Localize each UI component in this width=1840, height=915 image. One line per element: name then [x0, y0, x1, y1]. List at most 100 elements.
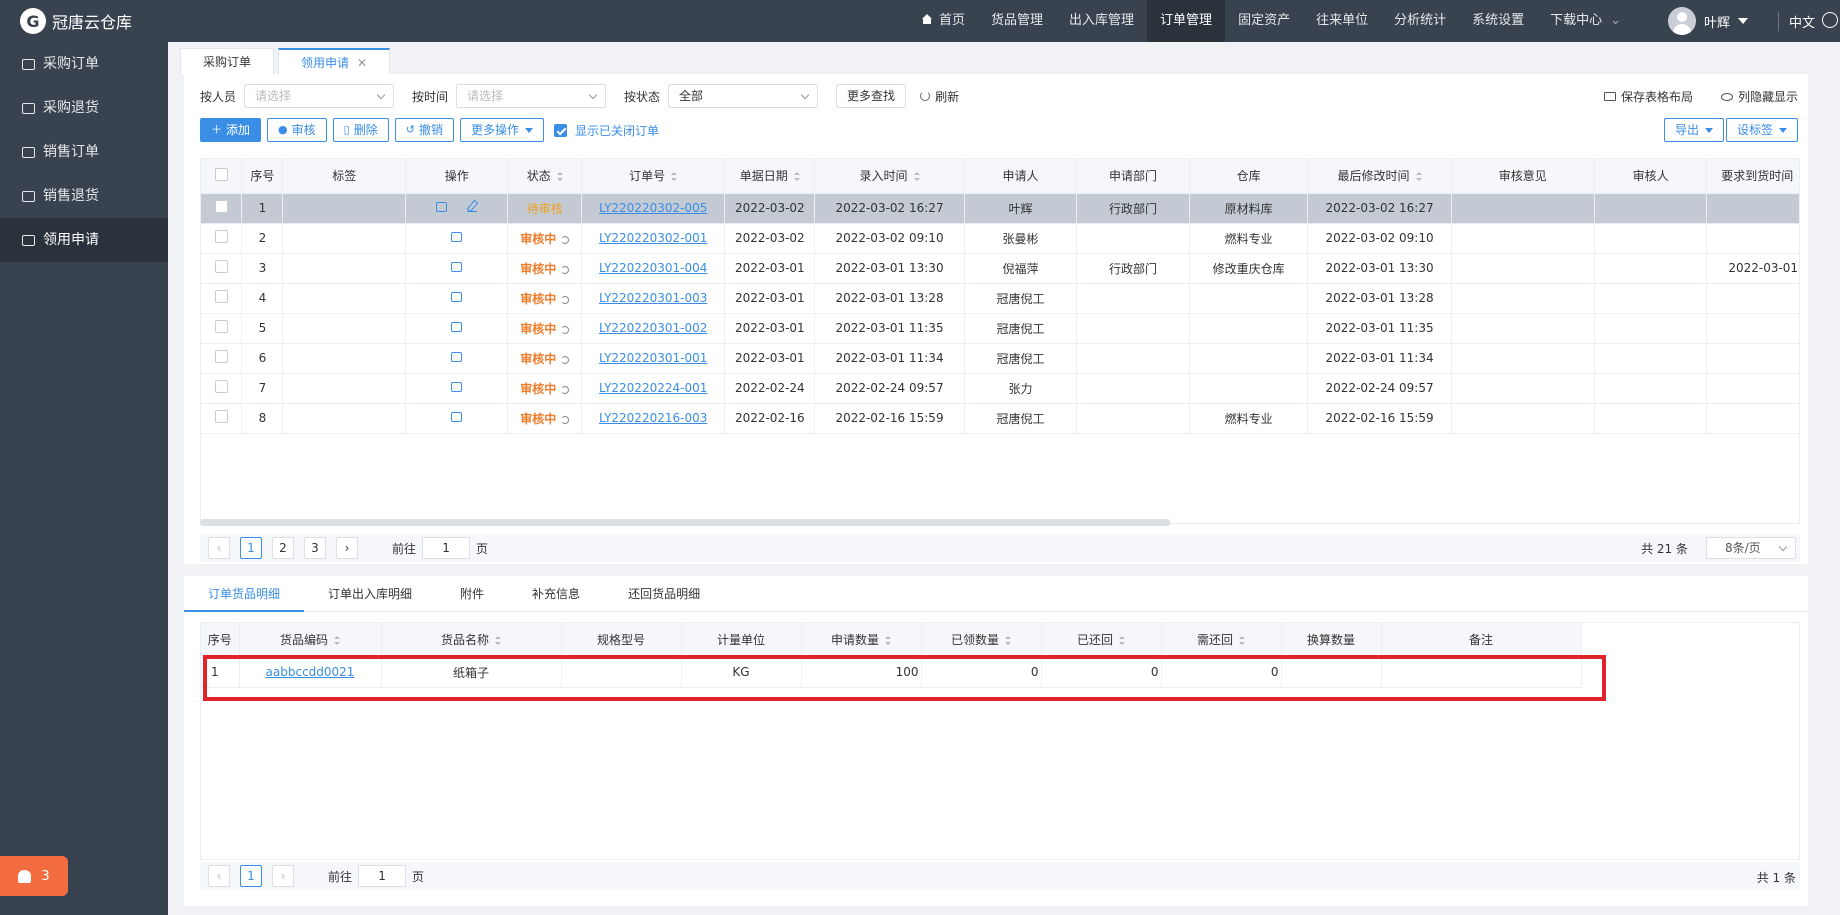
print-icon[interactable] — [451, 262, 463, 272]
print-icon[interactable] — [451, 382, 463, 392]
delete-button[interactable]: ▯ 删除 — [332, 118, 389, 142]
select-all-checkbox[interactable] — [214, 167, 228, 181]
table-row[interactable]: 3 审核中 LY220220301-004 2022-03-01 2022-03-01 … — [201, 253, 1799, 284]
print-icon[interactable] — [451, 412, 463, 422]
tab-attachments[interactable]: 附件 — [436, 576, 508, 612]
table-row[interactable]: 7 审核中 LY220220224-001 2022-02-24 2022-02-24 … — [201, 373, 1799, 404]
close-icon[interactable]: ✕ — [357, 56, 367, 70]
sort-icon[interactable] — [1119, 636, 1125, 646]
page-1-button[interactable]: 1 — [240, 865, 262, 887]
tab-extra-info[interactable]: 补充信息 — [508, 576, 604, 612]
cell-order[interactable]: LY220220301-001 — [581, 343, 726, 374]
sort-icon[interactable] — [1005, 636, 1011, 646]
sidebar-item-sales-return[interactable]: 销售退货 — [0, 174, 168, 218]
table-row[interactable]: 2 审核中 LY220220302-001 2022-03-02 2022-03-02 … — [201, 223, 1799, 254]
col-order[interactable]: 订单号 — [581, 159, 726, 194]
order-number-link[interactable]: LY220220301-001 — [599, 351, 707, 365]
sort-icon[interactable] — [556, 172, 563, 182]
sidebar-item-sales-order[interactable]: 销售订单 — [0, 130, 168, 174]
nav-analytics[interactable]: 分析统计 — [1381, 0, 1459, 42]
cell-order[interactable]: LY220220301-002 — [581, 313, 726, 344]
status-select[interactable]: 全部 — [668, 84, 819, 108]
revoke-button[interactable]: ↺ 撤销 — [394, 118, 454, 142]
print-icon[interactable] — [451, 352, 463, 362]
sidebar-item-purchase-return[interactable]: 采购退货 — [0, 86, 168, 130]
audit-button[interactable]: ● 审核 — [267, 118, 327, 142]
sort-icon[interactable] — [913, 172, 920, 182]
cell-select[interactable] — [201, 403, 243, 434]
sort-icon[interactable] — [885, 636, 891, 646]
page-2-button[interactable]: 2 — [272, 537, 294, 559]
order-number-link[interactable]: LY220220224-001 — [599, 381, 707, 395]
sort-icon[interactable] — [1239, 636, 1245, 646]
order-number-link[interactable]: LY220220216-003 — [599, 411, 707, 425]
nav-goods[interactable]: 货品管理 — [978, 0, 1056, 42]
edit-icon[interactable] — [467, 202, 478, 212]
language-switch[interactable]: 中文 — [1778, 12, 1815, 31]
cell-order[interactable]: LY220220216-003 — [581, 403, 726, 434]
cell-select[interactable] — [201, 283, 243, 314]
tab-requisition[interactable]: 领用申请 ✕ — [278, 48, 391, 74]
cell-order[interactable]: LY220220302-001 — [581, 223, 726, 254]
row-checkbox[interactable] — [214, 230, 228, 243]
order-number-link[interactable]: LY220220302-001 — [599, 231, 707, 245]
set-tag-button[interactable]: 设标签 — [1725, 118, 1798, 142]
sort-icon[interactable] — [671, 172, 678, 182]
cell-select[interactable] — [201, 223, 243, 254]
row-checkbox[interactable] — [214, 350, 228, 363]
tab-purchase-order[interactable]: 采购订单 — [180, 48, 275, 74]
col-entry[interactable]: 录入时间 — [814, 159, 965, 194]
nav-settings[interactable]: 系统设置 — [1459, 0, 1537, 42]
more-search-button[interactable]: 更多查找 — [836, 84, 907, 108]
cell-select[interactable] — [201, 253, 243, 284]
nav-inout[interactable]: 出入库管理 — [1056, 0, 1147, 42]
more-actions-button[interactable]: 更多操作 — [459, 118, 544, 142]
tab-return-detail[interactable]: 还回货品明细 — [604, 576, 724, 612]
sidebar-item-requisition[interactable]: 领用申请 — [0, 218, 168, 262]
order-number-link[interactable]: LY220220301-002 — [599, 321, 707, 335]
row-checkbox[interactable] — [214, 320, 228, 333]
page-size-select[interactable]: 8条/页 — [1706, 537, 1796, 559]
col-received[interactable]: 已领数量 — [921, 623, 1042, 658]
row-checkbox[interactable] — [214, 410, 228, 423]
goto-page-input[interactable]: 1 — [422, 537, 471, 559]
table-row[interactable]: 1 待审核 LY220220302-005 2022-03-02 2022-03-02 … — [201, 193, 1799, 224]
row-checkbox[interactable] — [214, 290, 228, 303]
cell-select[interactable] — [201, 373, 243, 404]
show-closed-toggle[interactable]: 显示已关闭订单 — [553, 122, 659, 139]
next-page-button[interactable]: › — [336, 537, 358, 559]
table-row[interactable]: 4 审核中 LY220220301-003 2022-03-01 2022-03-01 … — [201, 283, 1799, 314]
col-status[interactable]: 状态 — [507, 159, 583, 194]
print-icon[interactable] — [451, 292, 463, 302]
nav-home[interactable]: 首页 — [908, 0, 978, 42]
page-1-button[interactable]: 1 — [240, 537, 262, 559]
cell-select[interactable] — [201, 343, 243, 374]
col-to-return[interactable]: 需还回 — [1161, 623, 1282, 658]
goto-page-input[interactable]: 1 — [358, 865, 407, 887]
tab-goods-detail[interactable]: 订单货品明细 — [184, 576, 305, 612]
alert-button[interactable]: 3 — [0, 856, 68, 896]
cell-order[interactable]: LY220220301-004 — [581, 253, 726, 284]
col-due[interactable]: 要求到货时间 — [1706, 159, 1800, 194]
select-all-cell[interactable] — [201, 159, 243, 194]
sort-icon[interactable] — [1799, 172, 1800, 181]
person-select[interactable]: 请选择 — [244, 84, 395, 108]
sort-icon[interactable] — [793, 172, 800, 182]
cell-order[interactable]: LY220220224-001 — [581, 373, 726, 404]
prev-page-button[interactable]: ‹ — [208, 865, 230, 887]
sort-icon[interactable] — [1415, 172, 1422, 182]
print-icon[interactable] — [451, 232, 463, 242]
user-menu[interactable]: 叶辉 — [1668, 7, 1749, 35]
print-icon[interactable] — [451, 322, 463, 332]
save-layout-button[interactable]: 保存表格布局 — [1603, 88, 1693, 105]
horizontal-scrollbar[interactable] — [200, 519, 1170, 526]
prev-page-button[interactable]: ‹ — [208, 537, 230, 559]
globe-icon[interactable] — [1822, 12, 1838, 28]
next-page-button[interactable]: › — [272, 865, 294, 887]
page-3-button[interactable]: 3 — [304, 537, 326, 559]
nav-download[interactable]: 下载中心 ⌄ — [1537, 0, 1634, 42]
cell-select[interactable] — [201, 313, 243, 344]
order-number-link[interactable]: LY220220302-005 — [599, 201, 707, 215]
col-code[interactable]: 货品编码 — [239, 623, 382, 658]
cell-order[interactable]: LY220220301-003 — [581, 283, 726, 314]
